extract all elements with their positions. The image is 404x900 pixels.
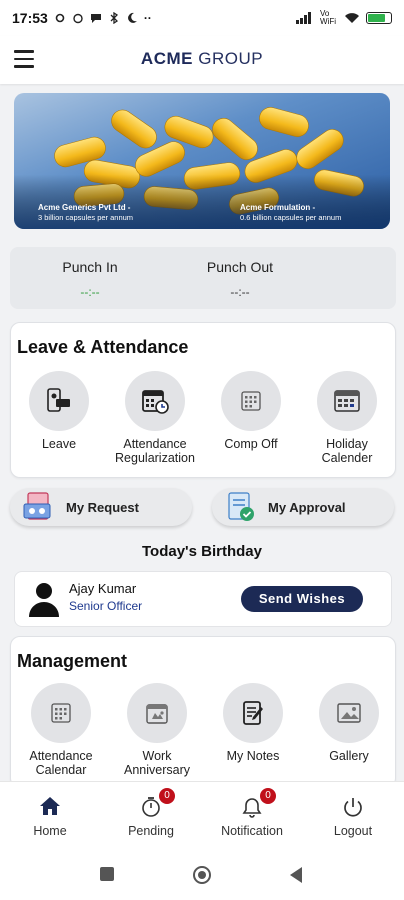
status-bar: 17:53 ·· Vo WiFi: [0, 0, 404, 36]
calendar-grid-icon: [31, 683, 91, 743]
banner-caption-right-title: Acme Formulation -: [240, 203, 316, 212]
work-anniversary-tile[interactable]: Work Anniversary: [111, 683, 203, 777]
attendance-regularization-tile[interactable]: Attendance Regularization: [109, 371, 201, 465]
nav-logout[interactable]: Logout: [303, 782, 403, 846]
pending-count-badge: 0: [159, 788, 175, 804]
notes-icon: [223, 683, 283, 743]
banner-caption-right-sub: 0.6 billion capsules per annum: [240, 213, 342, 222]
punch-in-label: Punch In: [62, 259, 118, 275]
network-label: Vo WiFi: [320, 9, 336, 26]
system-navigation-bar: [0, 845, 404, 900]
birthday-person-role: Senior Officer: [69, 599, 143, 613]
nav-home[interactable]: Home: [0, 782, 100, 846]
calendar-icon: [317, 371, 377, 431]
birthday-card: Ajay Kumar Senior Officer Send Wishes: [14, 571, 392, 627]
wifi-icon: [345, 13, 359, 23]
leave-attendance-card: Leave & Attendance Leave Attendance Regu…: [10, 322, 396, 478]
management-card: Management Attendance Calendar Work Anni…: [10, 636, 396, 788]
my-approval-label: My Approval: [268, 500, 346, 515]
send-wishes-button[interactable]: Send Wishes: [241, 586, 363, 612]
banner-caption-right: Acme Formulation - 0.6 billion capsules …: [240, 203, 341, 223]
recent-apps-icon[interactable]: [100, 867, 114, 881]
management-title: Management: [17, 651, 128, 671]
status-time: 17:53: [12, 10, 48, 26]
brand-bold: ACME: [140, 49, 193, 68]
banner-caption-left-sub: 3 billion capsules per annum: [38, 213, 134, 222]
leave-attendance-title: Leave & Attendance: [17, 337, 189, 357]
moon-icon: [127, 12, 137, 23]
holiday-calender-tile[interactable]: Holiday Calender: [301, 371, 393, 465]
app-bar: ACME GROUP: [0, 36, 404, 84]
banner-caption-left: Acme Generics Pvt Ltd - 3 billion capsul…: [38, 203, 133, 223]
request-icon: [23, 492, 51, 520]
calendar-grid-icon: [221, 371, 281, 431]
punch-out[interactable]: Punch Out --:--: [180, 259, 300, 299]
gallery-icon: [319, 683, 379, 743]
home-circle-icon[interactable]: [192, 865, 212, 885]
alarm-icon: [73, 13, 83, 24]
leave-label: Leave: [41, 437, 77, 451]
nav-notification-label: Notification: [221, 824, 283, 838]
my-request-label: My Request: [66, 500, 139, 515]
attendance-regularization-label: Attendance Regularization: [115, 437, 195, 465]
gallery-label: Gallery: [329, 749, 369, 763]
back-icon[interactable]: [288, 866, 304, 884]
nav-notification[interactable]: 0 Notification: [202, 782, 302, 846]
holiday-calender-label: Holiday Calender: [321, 437, 373, 465]
my-notes-tile[interactable]: My Notes: [207, 683, 299, 763]
stopwatch-icon: [142, 797, 160, 817]
hero-banner: Acme Generics Pvt Ltd - 3 billion capsul…: [14, 93, 390, 229]
leave-tile[interactable]: Leave: [13, 371, 105, 451]
leave-icon: [29, 371, 89, 431]
work-anniversary-label: Work Anniversary: [124, 749, 190, 777]
nav-pending-label: Pending: [128, 824, 174, 838]
punch-out-value: --:--: [230, 285, 250, 299]
attendance-calendar-label: Attendance Calendar: [29, 749, 93, 777]
bell-icon: [242, 798, 262, 818]
approval-icon: [228, 492, 254, 521]
nav-pending[interactable]: 0 Pending: [101, 782, 201, 846]
avatar: [29, 583, 59, 617]
attendance-calendar-tile[interactable]: Attendance Calendar: [15, 683, 107, 777]
power-icon: [344, 798, 362, 817]
battery-icon: [366, 12, 392, 24]
signal-icon: [296, 12, 311, 24]
home-icon: [40, 797, 60, 815]
my-notes-label: My Notes: [226, 749, 280, 763]
punch-panel: Punch In --:-- Punch Out --:--: [10, 247, 396, 309]
more-notifications-icon: ··: [143, 11, 152, 25]
punch-in[interactable]: Punch In --:--: [30, 259, 150, 299]
punch-in-value: --:--: [80, 285, 100, 299]
bluetooth-icon: [110, 12, 118, 24]
anniversary-icon: [127, 683, 187, 743]
brand-logo: ACME GROUP: [0, 49, 404, 69]
birthday-person-name: Ajay Kumar: [69, 581, 137, 596]
nav-home-label: Home: [33, 824, 67, 838]
birthday-section-title: Today's Birthday: [142, 543, 262, 560]
banner-caption-left-title: Acme Generics Pvt Ltd -: [38, 203, 131, 212]
notification-count-badge: 0: [260, 788, 276, 804]
my-request-button[interactable]: My Request: [10, 488, 192, 526]
comp-off-label: Comp Off: [224, 437, 278, 451]
calendar-clock-icon: [125, 371, 185, 431]
punch-out-label: Punch Out: [206, 259, 274, 275]
comp-off-tile[interactable]: Comp Off: [205, 371, 297, 451]
brand-rest: GROUP: [198, 49, 264, 68]
settings-icon: [55, 13, 65, 23]
bottom-navigation: Home 0 Pending 0 Notification Logout: [0, 781, 404, 846]
nav-logout-label: Logout: [333, 824, 373, 838]
chat-icon: [90, 14, 101, 23]
gallery-tile[interactable]: Gallery: [303, 683, 395, 763]
my-approval-button[interactable]: My Approval: [212, 488, 394, 526]
